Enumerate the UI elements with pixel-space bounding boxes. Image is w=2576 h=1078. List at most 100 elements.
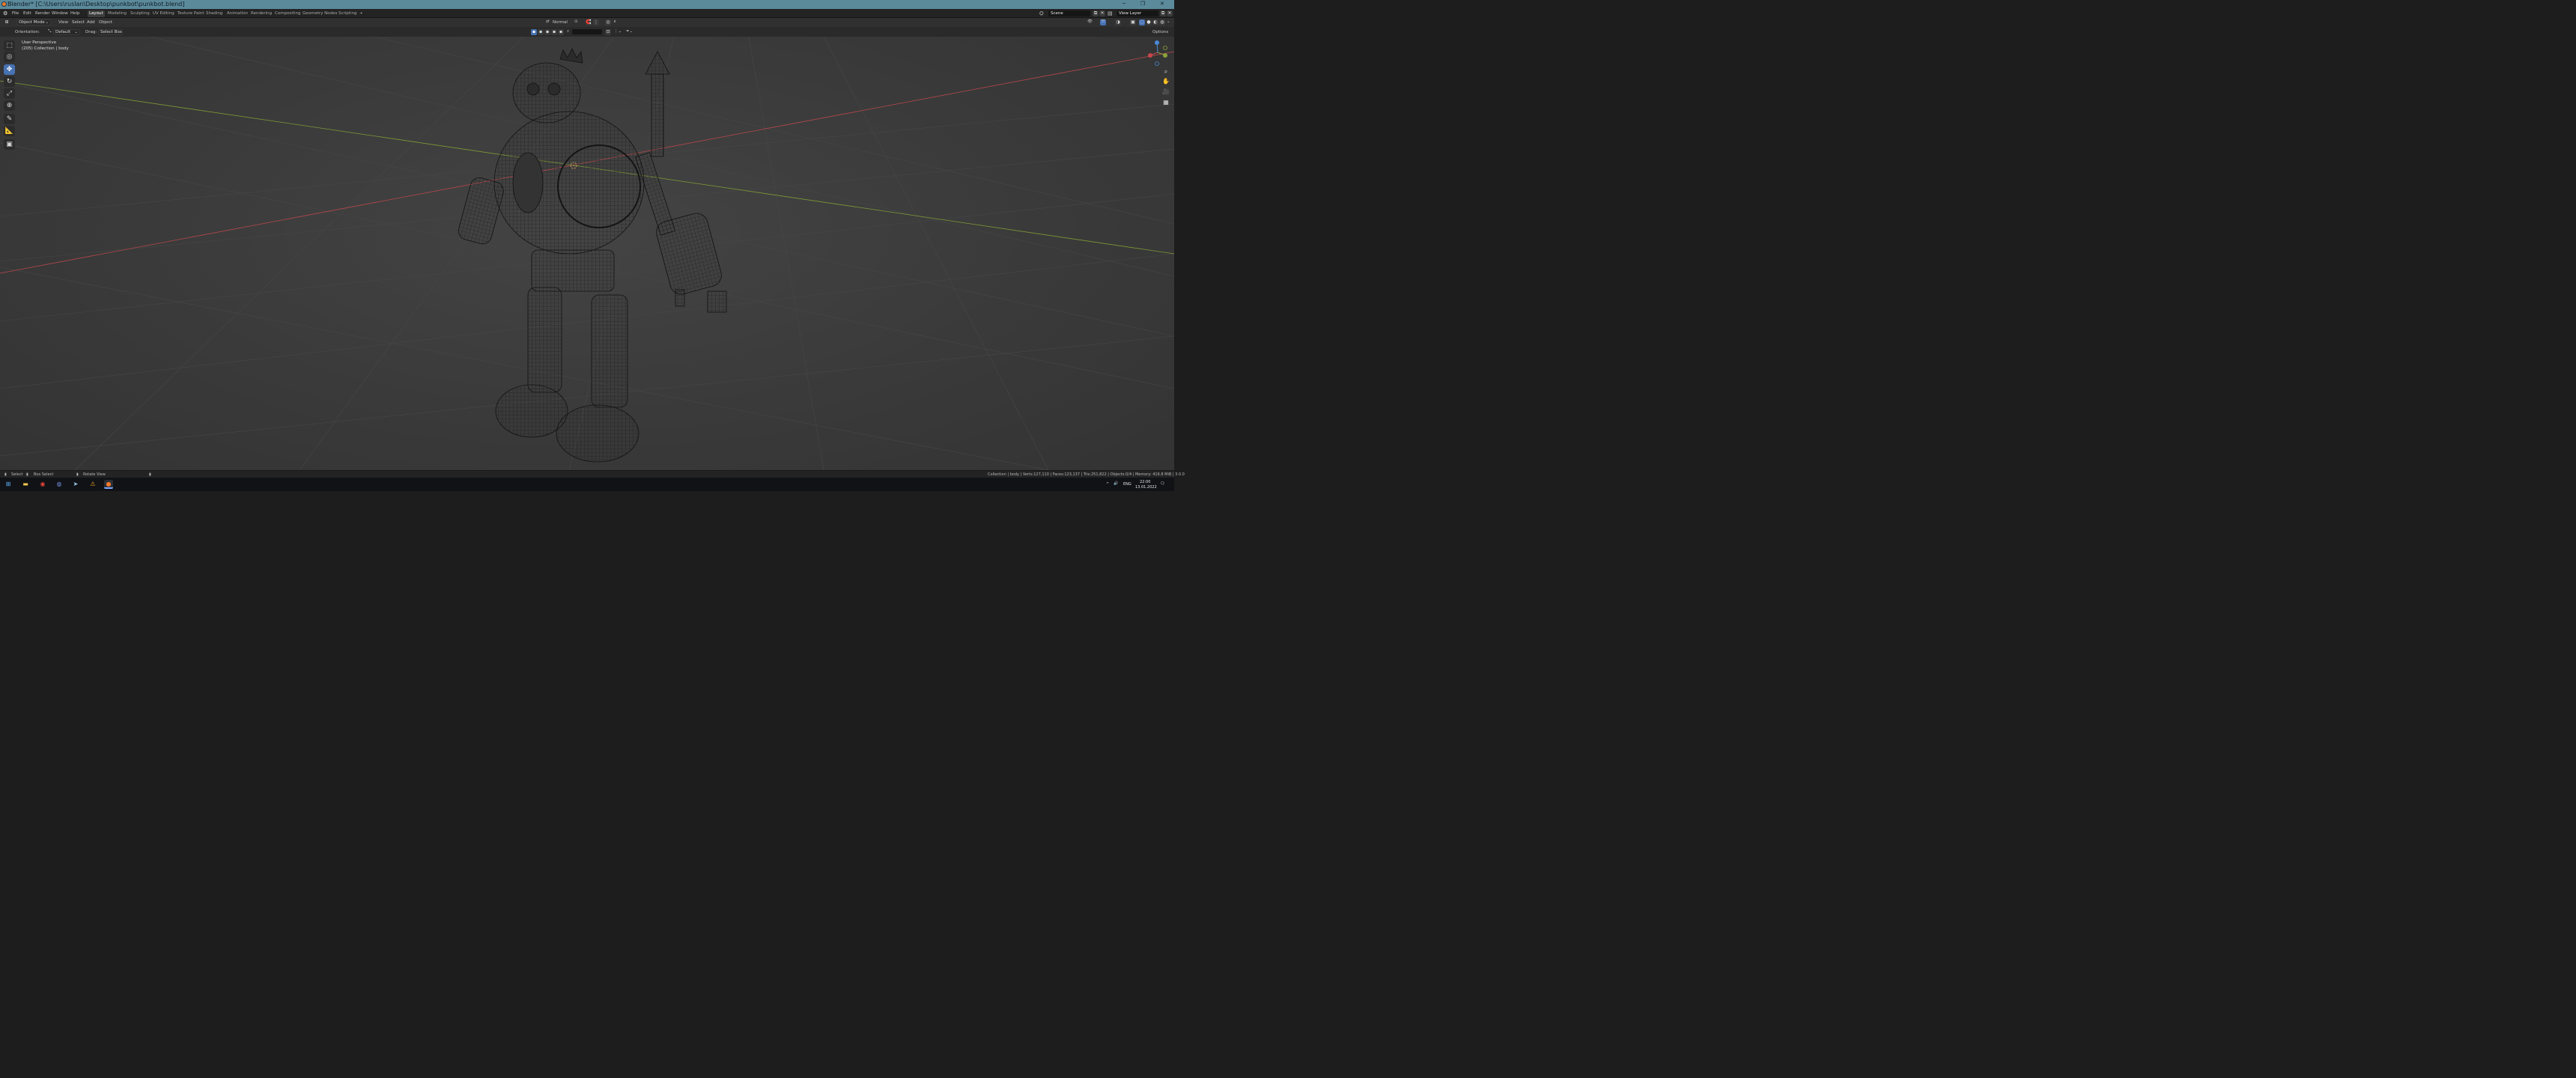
measure-tool-icon[interactable]: 📐 bbox=[4, 126, 15, 136]
gizmo-toggle-icon[interactable]: ⊡ bbox=[605, 29, 611, 35]
object-visibility-icon[interactable]: 👁 bbox=[1087, 19, 1093, 24]
options-dropdown[interactable]: Options bbox=[1152, 30, 1168, 34]
tab-geometry-nodes[interactable]: Geometry Nodes bbox=[301, 10, 338, 17]
tool-settings-bar: Orientation: ⤡ Default ⌄ Drag: Select Box… bbox=[0, 27, 1174, 37]
pivot-point-icon[interactable]: ⊙ bbox=[574, 19, 578, 24]
tab-rendering[interactable]: Rendering bbox=[249, 10, 273, 17]
zoom-icon[interactable]: ⌕ bbox=[1161, 67, 1170, 76]
rotate-tool-icon[interactable]: ↻ bbox=[4, 76, 15, 87]
steam-icon[interactable]: ➤ bbox=[71, 480, 80, 489]
menu-file[interactable]: File bbox=[12, 11, 19, 16]
perspective-label: User Perspective bbox=[22, 40, 57, 45]
view-layer-field[interactable]: View Layer bbox=[1117, 10, 1158, 16]
select-mode-extend-icon[interactable]: ▪ bbox=[538, 29, 544, 35]
drag-label: Drag: bbox=[85, 30, 97, 34]
select-mode-set-icon[interactable]: ▪ bbox=[531, 29, 537, 35]
blender-taskbar-icon[interactable]: ● bbox=[104, 480, 113, 489]
x-axis-gizmo-icon[interactable] bbox=[1148, 53, 1152, 58]
tab-scripting[interactable]: Scripting bbox=[337, 10, 358, 17]
drag-dropdown[interactable]: Select Box bbox=[98, 29, 123, 35]
tab-sculpting[interactable]: Sculpting bbox=[129, 10, 151, 17]
notifications-icon[interactable]: 🗨 bbox=[1160, 481, 1164, 486]
gizmo-options-icon[interactable]: ⋮⌄ bbox=[614, 29, 622, 34]
scene-name-field[interactable]: Scene bbox=[1048, 10, 1090, 16]
tab-modeling[interactable]: Modeling bbox=[106, 10, 128, 17]
discord-icon[interactable]: ◍ bbox=[55, 480, 64, 489]
show-gizmo-icon[interactable]: ⤧ bbox=[1100, 19, 1106, 25]
proportional-falloff-icon[interactable]: ∧ bbox=[613, 19, 616, 24]
wireframe-shading-icon[interactable]: ◌ bbox=[1139, 19, 1145, 25]
select-mode-subtract-icon[interactable]: ▪ bbox=[544, 29, 550, 35]
clock-date[interactable]: 13.01.2022 bbox=[1135, 485, 1157, 490]
transform-orientation-dropdown[interactable]: Normal bbox=[553, 20, 568, 25]
tray-chevron-icon[interactable]: ^ bbox=[1106, 482, 1109, 487]
minimize-button[interactable]: ─ bbox=[1123, 1, 1126, 7]
tab-layout[interactable]: Layout bbox=[88, 10, 105, 17]
tab-texture-paint[interactable]: Texture Paint bbox=[176, 10, 206, 17]
annotate-tool-icon[interactable]: ✎ bbox=[4, 114, 15, 124]
menu-add[interactable]: Add bbox=[87, 20, 95, 25]
perspective-toggle-icon[interactable]: ▦ bbox=[1161, 98, 1170, 107]
pan-hand-icon[interactable]: ✋ bbox=[1161, 77, 1170, 86]
duplicate-scene-icon[interactable]: ⧉ bbox=[1093, 10, 1099, 16]
camera-view-icon[interactable]: 🎥 bbox=[1161, 88, 1170, 97]
menu-window[interactable]: Window bbox=[52, 11, 68, 16]
editor-type-icon[interactable]: ⊞ bbox=[4, 19, 10, 25]
cursor-tool-icon[interactable]: ◎ bbox=[4, 52, 15, 62]
tab-compositing[interactable]: Compositing bbox=[273, 10, 302, 17]
menu-object[interactable]: Object bbox=[99, 20, 112, 25]
close-button[interactable]: ✕ bbox=[1160, 1, 1164, 7]
add-cube-tool-icon[interactable]: ▣ bbox=[4, 139, 15, 150]
language-indicator[interactable]: ENG bbox=[1123, 482, 1131, 487]
chrome-icon[interactable]: ◉ bbox=[38, 480, 47, 489]
search-input[interactable] bbox=[572, 29, 602, 34]
menu-render[interactable]: Render bbox=[35, 11, 50, 16]
3d-viewport[interactable]: User Perspective (205) Collection | body bbox=[0, 37, 1174, 470]
tab-uv-editing[interactable]: UV Editing bbox=[151, 10, 176, 17]
status-select: Select bbox=[11, 472, 23, 477]
menu-help[interactable]: Help bbox=[70, 11, 80, 16]
navigation-gizmo[interactable] bbox=[1144, 39, 1171, 66]
filter-icon[interactable]: ⏷⌄ bbox=[626, 29, 633, 34]
drag-value: Select Box bbox=[100, 30, 122, 34]
duplicate-view-layer-icon[interactable]: ⧉ bbox=[1160, 10, 1166, 16]
scale-tool-icon[interactable]: ⤢ bbox=[4, 88, 15, 99]
mode-dropdown[interactable]: Object Mode ⌄ bbox=[16, 19, 51, 25]
add-workspace-button[interactable]: + bbox=[358, 10, 365, 17]
snap-target-icon[interactable]: ⋮ bbox=[593, 19, 599, 25]
orientation-dropdown[interactable]: Default ⌄ bbox=[53, 29, 80, 35]
material-preview-icon[interactable]: ◐ bbox=[1152, 19, 1158, 25]
status-box-select: Box Select bbox=[34, 472, 54, 477]
mouse-left-icon: ▮ bbox=[4, 472, 7, 477]
tab-animation[interactable]: Animation bbox=[225, 10, 249, 17]
window-titlebar: Blender* [C:\Users\ruslan\Desktop\punkbo… bbox=[0, 0, 1174, 9]
show-overlays-icon[interactable]: ◑ bbox=[1115, 19, 1121, 25]
menu-view[interactable]: View bbox=[58, 20, 68, 25]
z-axis-gizmo-icon[interactable] bbox=[1155, 40, 1159, 45]
rendered-shading-icon[interactable]: ◍ bbox=[1159, 19, 1165, 25]
snap-toggle-icon[interactable]: 🧲 bbox=[586, 19, 592, 25]
select-mode-invert-icon[interactable]: ▪ bbox=[551, 29, 557, 35]
delete-view-layer-icon[interactable]: ✕ bbox=[1167, 10, 1173, 16]
tab-shading[interactable]: Shading bbox=[204, 10, 224, 17]
xray-toggle-icon[interactable]: ▣ bbox=[1130, 19, 1136, 25]
shading-options-icon[interactable]: ⌄ bbox=[1167, 19, 1170, 24]
maximize-button[interactable]: ❐ bbox=[1140, 1, 1145, 7]
clock-time[interactable]: 22:00 bbox=[1140, 480, 1150, 484]
select-mode-intersect-icon[interactable]: ▪ bbox=[558, 29, 564, 35]
windows-start-icon[interactable]: ⊞ bbox=[4, 480, 13, 489]
speaker-icon[interactable]: 🔊 bbox=[1114, 481, 1118, 486]
proportional-edit-icon[interactable]: ◎ bbox=[605, 19, 611, 25]
file-explorer-icon[interactable]: ▬ bbox=[21, 480, 30, 489]
select-box-tool-icon[interactable]: ⬚ bbox=[4, 40, 15, 51]
blender-menu-icon[interactable]: ⚙ bbox=[3, 10, 7, 16]
solid-shading-icon[interactable]: ● bbox=[1146, 19, 1152, 25]
delete-scene-icon[interactable]: ✕ bbox=[1099, 10, 1105, 16]
transform-orientation-icon: ⇄ bbox=[546, 19, 550, 24]
transform-tool-icon[interactable]: ⊕ bbox=[4, 100, 15, 111]
menu-select[interactable]: Select bbox=[72, 20, 85, 25]
y-axis-gizmo-icon[interactable] bbox=[1163, 53, 1167, 58]
move-tool-icon[interactable]: ✥ bbox=[4, 64, 15, 75]
menu-edit[interactable]: Edit bbox=[23, 11, 31, 16]
app-icon[interactable]: ⚠ bbox=[88, 480, 97, 489]
